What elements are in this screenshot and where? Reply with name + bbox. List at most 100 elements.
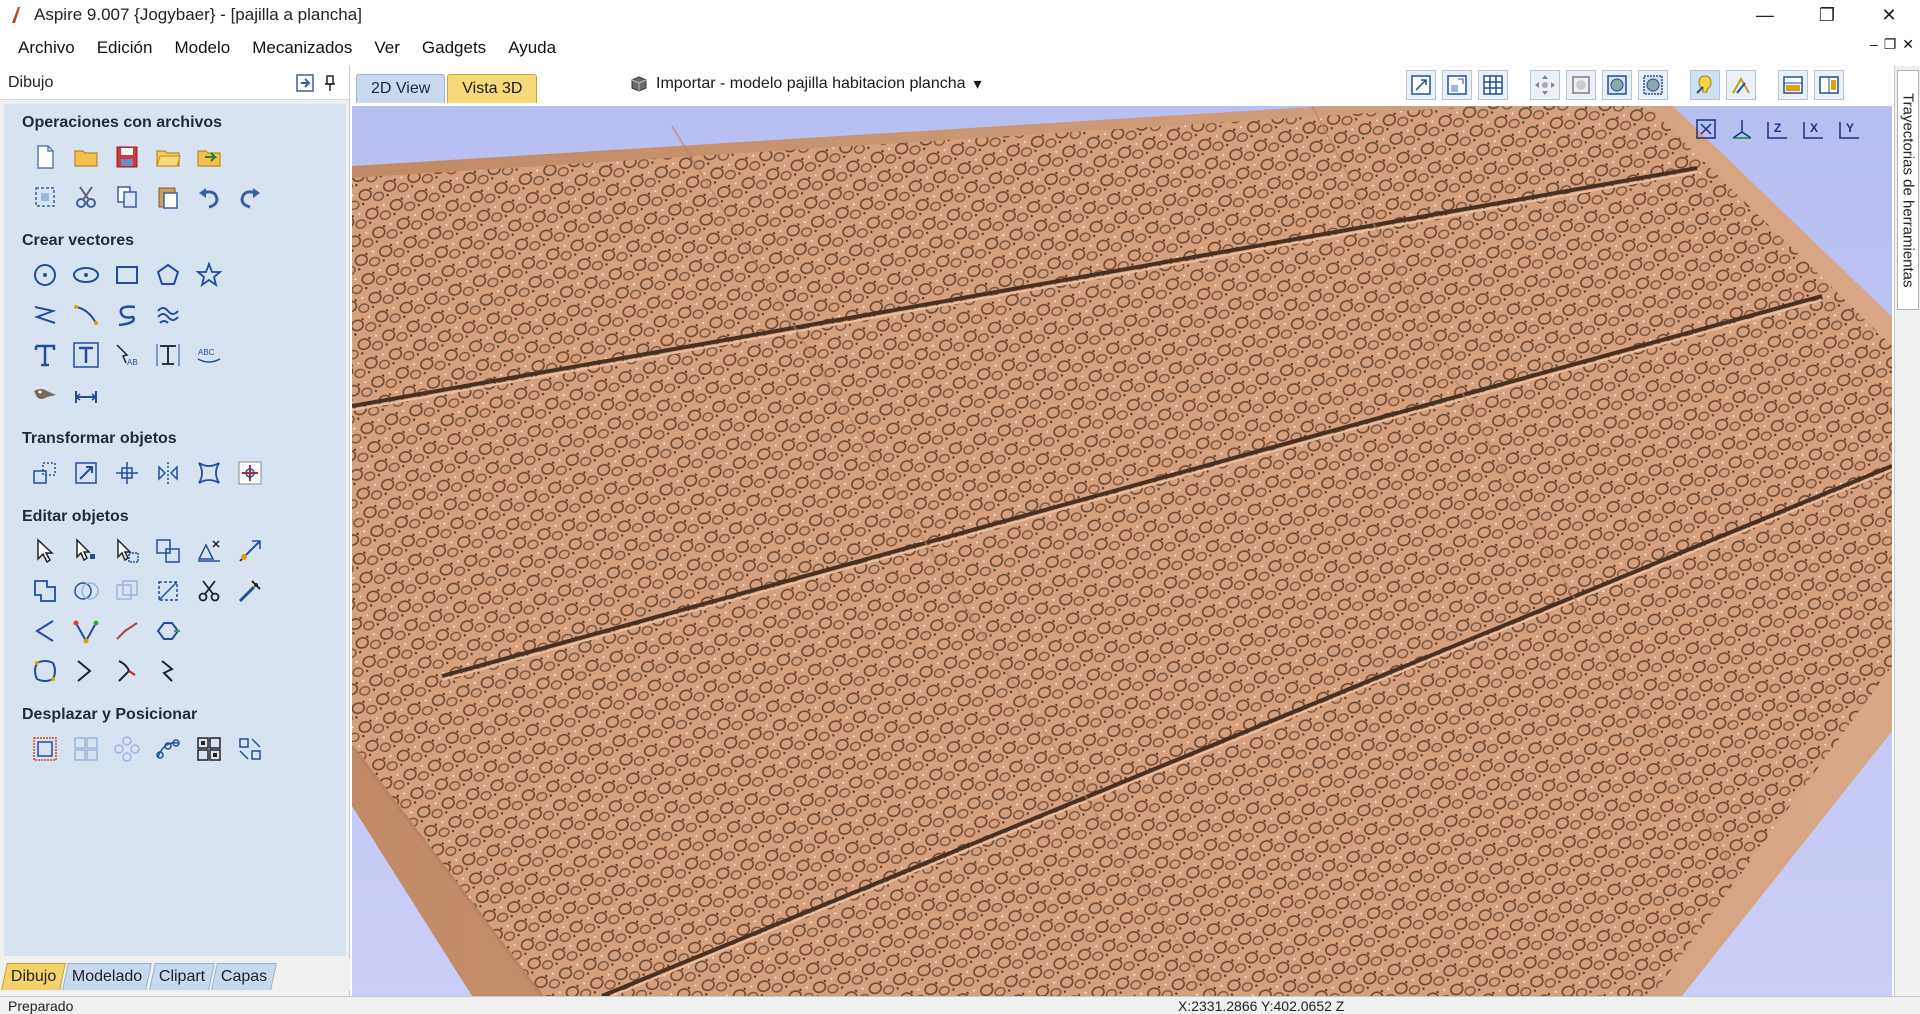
mirror-icon[interactable] — [153, 458, 183, 488]
node-edit-icon[interactable] — [71, 536, 101, 566]
intersect-icon[interactable] — [112, 576, 142, 606]
shading-icon[interactable] — [1726, 70, 1756, 100]
close-button[interactable]: ✕ — [1858, 0, 1920, 30]
doc-close-button[interactable]: ✕ — [1902, 36, 1914, 53]
dimension-icon[interactable] — [71, 380, 101, 410]
paste-icon[interactable] — [153, 182, 183, 212]
menu-ver[interactable]: Ver — [364, 38, 410, 58]
toolpath-view-icon[interactable] — [1814, 70, 1844, 100]
zoom-extents-icon[interactable] — [1406, 70, 1436, 100]
tab-modelado[interactable]: Modelado — [62, 963, 153, 990]
transform-select-icon[interactable] — [112, 536, 142, 566]
close-vector-icon[interactable] — [30, 656, 60, 686]
circular-array-icon[interactable] — [112, 734, 142, 764]
zoom-box-icon[interactable] — [1442, 70, 1472, 100]
tab-2d-view[interactable]: 2D View — [356, 74, 446, 103]
rotate-icon[interactable] — [112, 458, 142, 488]
dock-panel-icon[interactable] — [295, 73, 315, 93]
maximize-button[interactable]: ❐ — [1796, 0, 1858, 30]
auto-layout-text-icon[interactable] — [153, 340, 183, 370]
side-view-icon[interactable]: Y — [1836, 116, 1864, 142]
tab-toolpaths[interactable]: Trayectorias de herramientas — [1897, 70, 1919, 310]
text-box-icon[interactable] — [71, 340, 101, 370]
zoom-in-icon[interactable] — [1566, 70, 1596, 100]
distort-icon[interactable] — [194, 458, 224, 488]
ungroup-icon[interactable] — [194, 536, 224, 566]
save-icon[interactable] — [112, 142, 142, 172]
grid-array-icon[interactable] — [71, 734, 101, 764]
cut-icon[interactable] — [71, 182, 101, 212]
polygon-icon[interactable] — [153, 260, 183, 290]
extend-icon[interactable] — [71, 656, 101, 686]
menu-archivo[interactable]: Archivo — [8, 38, 85, 58]
tab-dibujo[interactable]: Dibujo — [1, 963, 67, 990]
fit-view-icon[interactable] — [1692, 116, 1720, 142]
menu-gadgets[interactable]: Gadgets — [412, 38, 496, 58]
fillet-icon[interactable] — [235, 576, 265, 606]
text-icon[interactable] — [30, 340, 60, 370]
3d-viewport[interactable]: Z X Y — [352, 106, 1892, 996]
undo-icon[interactable] — [194, 182, 224, 212]
scale-icon[interactable] — [71, 458, 101, 488]
grid-icon[interactable] — [1478, 70, 1508, 100]
tab-3d-view[interactable]: Vista 3D — [447, 74, 538, 103]
nesting-icon[interactable] — [194, 734, 224, 764]
smooth-icon[interactable] — [30, 616, 60, 646]
iso-view-icon[interactable] — [1728, 116, 1756, 142]
measure-icon[interactable] — [235, 536, 265, 566]
redo-icon[interactable] — [235, 182, 265, 212]
offset-copy-icon[interactable] — [235, 734, 265, 764]
rectangle-icon[interactable] — [112, 260, 142, 290]
text-on-curve-icon[interactable]: AB — [112, 340, 142, 370]
slice-icon[interactable] — [153, 656, 183, 686]
import-icon[interactable] — [194, 142, 224, 172]
select-icon[interactable] — [30, 536, 60, 566]
doc-restore-button[interactable]: ❐ — [1884, 36, 1897, 53]
open-folder-icon[interactable] — [71, 142, 101, 172]
select-all-icon[interactable] — [30, 182, 60, 212]
curve-icon[interactable] — [112, 300, 142, 330]
offset-icon[interactable] — [153, 576, 183, 606]
menu-edicion[interactable]: Edición — [87, 38, 163, 58]
minimize-button[interactable]: — — [1734, 0, 1796, 30]
move-icon[interactable] — [30, 458, 60, 488]
curve-fit-icon[interactable] — [112, 616, 142, 646]
group-icon[interactable] — [153, 536, 183, 566]
menu-mecanizados[interactable]: Mecanizados — [242, 38, 362, 58]
pan-icon[interactable] — [1530, 70, 1560, 100]
line-icon[interactable] — [71, 300, 101, 330]
pin-icon[interactable] — [323, 73, 337, 93]
trim-icon[interactable] — [194, 576, 224, 606]
weld-icon[interactable] — [30, 576, 60, 606]
menu-modelo[interactable]: Modelo — [164, 38, 240, 58]
tab-clipart[interactable]: Clipart — [148, 963, 215, 990]
open-recent-icon[interactable] — [153, 142, 183, 172]
array-icon[interactable] — [30, 734, 60, 764]
align-center-icon[interactable] — [235, 458, 265, 488]
circle-icon[interactable] — [30, 260, 60, 290]
subtract-icon[interactable] — [71, 576, 101, 606]
spiral-icon[interactable] — [153, 300, 183, 330]
menu-ayuda[interactable]: Ayuda — [498, 38, 566, 58]
path-copy-icon[interactable] — [153, 734, 183, 764]
ellipse-icon[interactable] — [71, 260, 101, 290]
model-selector[interactable]: Importar - modelo pajilla habitacion pla… — [630, 74, 982, 94]
trace-bitmap-icon[interactable] — [30, 380, 60, 410]
node-icon[interactable] — [71, 616, 101, 646]
front-view-icon[interactable]: X — [1800, 116, 1828, 142]
dropdown-arrow-icon[interactable]: ▾ — [974, 74, 982, 94]
zoom-selected-icon[interactable] — [1638, 70, 1668, 100]
arc-text-icon[interactable]: ABC — [194, 340, 224, 370]
break-icon[interactable] — [112, 656, 142, 686]
tab-capas[interactable]: Capas — [211, 963, 277, 990]
split-view-icon[interactable] — [1778, 70, 1808, 100]
top-view-icon[interactable]: Z — [1764, 116, 1792, 142]
star-icon[interactable] — [194, 260, 224, 290]
polyline-icon[interactable] — [30, 300, 60, 330]
zoom-out-icon[interactable] — [1602, 70, 1632, 100]
join-icon[interactable] — [153, 616, 183, 646]
new-file-icon[interactable] — [30, 142, 60, 172]
lighting-icon[interactable] — [1690, 70, 1720, 100]
doc-minimize-button[interactable]: – — [1870, 36, 1878, 53]
copy-icon[interactable] — [112, 182, 142, 212]
